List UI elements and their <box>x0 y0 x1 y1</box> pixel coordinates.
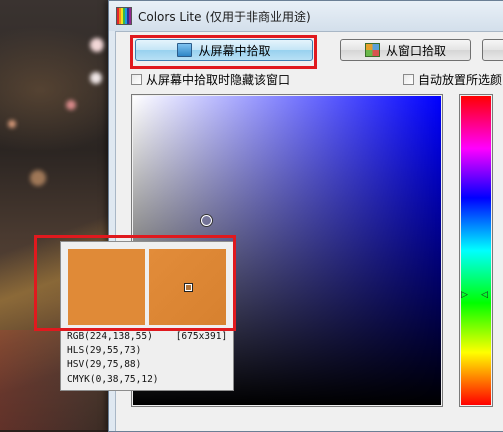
pick-from-window-label: 从窗口拾取 <box>385 43 446 58</box>
auto-place-checkbox[interactable]: 自动放置所选颜 <box>403 71 502 88</box>
hide-window-checkbox[interactable]: 从屏幕中拾取时隐藏该窗口 <box>131 71 290 88</box>
picker-cursor-handle[interactable] <box>201 215 212 226</box>
extra-toolbar-button[interactable] <box>482 39 503 61</box>
hue-marker-left-icon[interactable]: ▷ <box>461 290 468 300</box>
title-bar[interactable]: Colors Lite (仅用于非商业用途) <box>109 1 503 31</box>
pick-from-window-button[interactable]: 从窗口拾取 <box>340 39 471 61</box>
cursor-coords: [675x391] <box>175 331 228 342</box>
hue-slider[interactable] <box>459 94 493 407</box>
highlight-box-pick-button <box>130 35 317 69</box>
rgb-readout: RGB(224,138,55) [675x391] <box>67 331 228 342</box>
cmyk-readout: CMYK(0,38,75,12) <box>67 374 159 385</box>
window-title: Colors Lite (仅用于非商业用途) <box>138 9 311 24</box>
app-rainbow-icon <box>116 7 132 25</box>
hue-gradient-bar[interactable] <box>461 96 491 405</box>
hide-window-label: 从屏幕中拾取时隐藏该窗口 <box>146 73 291 87</box>
checkbox-box[interactable] <box>131 74 142 85</box>
auto-place-label: 自动放置所选颜 <box>418 73 503 87</box>
hue-marker-right-icon[interactable]: ◁ <box>481 290 488 300</box>
hls-readout: HLS(29,55,73) <box>67 345 142 356</box>
window-grid-icon <box>364 43 380 57</box>
hsv-readout: HSV(29,75,88) <box>67 359 142 370</box>
highlight-box-swatches <box>34 235 236 331</box>
checkbox-box[interactable] <box>403 74 414 85</box>
